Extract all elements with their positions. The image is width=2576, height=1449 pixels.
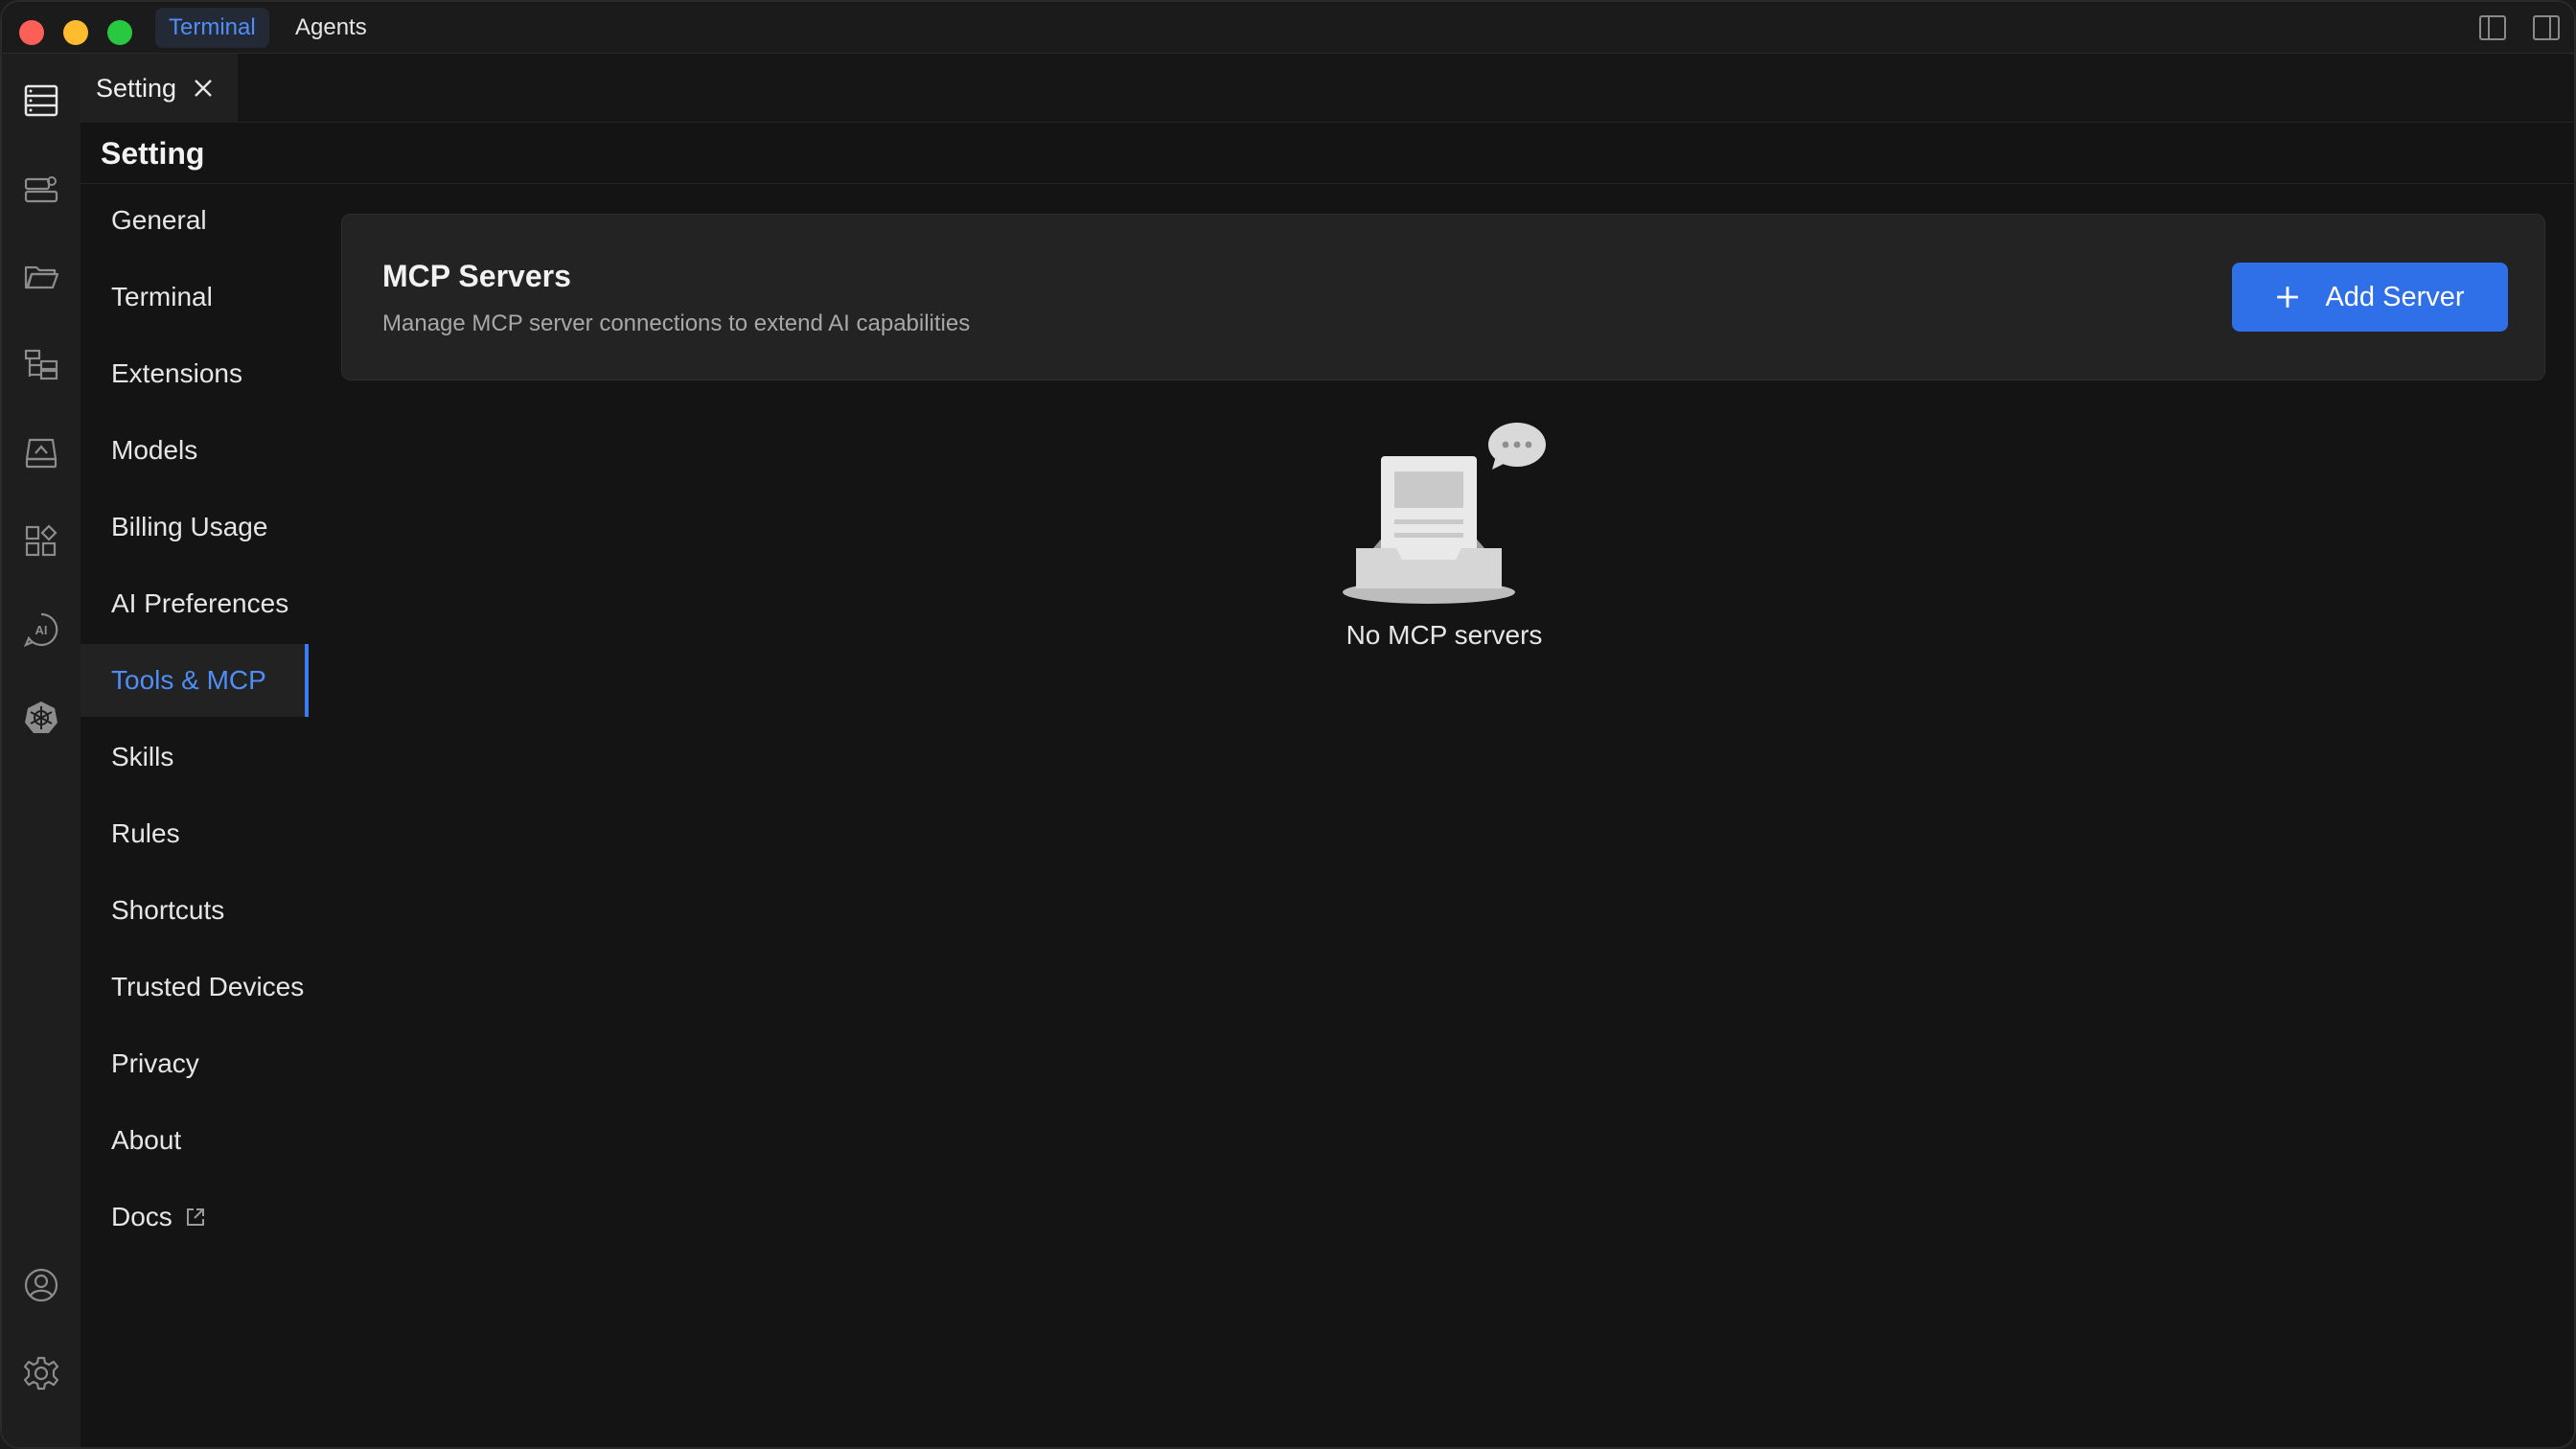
nav-item-ai-preferences[interactable]: AI Preferences bbox=[80, 567, 309, 640]
gear-icon[interactable] bbox=[21, 1353, 61, 1393]
tab-setting-label: Setting bbox=[96, 73, 177, 103]
nav-item-shortcuts[interactable]: Shortcuts bbox=[80, 874, 309, 947]
server-list-icon[interactable] bbox=[21, 80, 61, 121]
minimize-window-button[interactable] bbox=[63, 20, 88, 45]
tree-icon[interactable] bbox=[21, 345, 61, 385]
nav-item-privacy[interactable]: Privacy bbox=[80, 1027, 309, 1100]
app-tab-terminal[interactable]: Terminal bbox=[155, 8, 269, 48]
close-window-button[interactable] bbox=[19, 20, 44, 45]
section-description: Manage MCP server connections to extend … bbox=[382, 310, 971, 336]
kubernetes-icon[interactable] bbox=[21, 698, 61, 738]
title-bar: Terminal Agents bbox=[2, 2, 2574, 54]
section-title: MCP Servers bbox=[382, 259, 571, 293]
nav-item-docs[interactable]: Docs bbox=[80, 1181, 309, 1254]
mcp-servers-card: MCP Servers Manage MCP server connection… bbox=[341, 214, 2545, 380]
empty-state: No MCP servers bbox=[1324, 414, 1564, 651]
maximize-window-button[interactable] bbox=[107, 20, 132, 45]
ai-icon[interactable]: AI bbox=[21, 610, 61, 650]
editor-tab-bar: Setting bbox=[80, 54, 2574, 123]
nav-item-docs-label: Docs bbox=[111, 1202, 172, 1231]
nav-item-rules[interactable]: Rules bbox=[80, 797, 309, 870]
app-window: Terminal Agents AI Setting Setting Gener… bbox=[0, 0, 2576, 1449]
add-server-button[interactable]: Add Server bbox=[2232, 263, 2508, 332]
page-title: Setting bbox=[101, 136, 205, 171]
account-icon[interactable] bbox=[21, 1265, 61, 1305]
settings-header: Setting bbox=[80, 123, 2574, 184]
apps-icon[interactable] bbox=[21, 521, 61, 562]
close-icon[interactable] bbox=[192, 77, 215, 100]
app-tab-agents[interactable]: Agents bbox=[282, 8, 380, 48]
server-settings-icon[interactable] bbox=[21, 169, 61, 209]
toggle-left-panel-icon[interactable] bbox=[2478, 14, 2507, 41]
nav-item-general[interactable]: General bbox=[80, 184, 309, 257]
add-server-label: Add Server bbox=[2325, 281, 2465, 312]
empty-state-text: No MCP servers bbox=[1346, 620, 1543, 650]
storage-icon[interactable] bbox=[21, 433, 61, 473]
nav-item-billing-usage[interactable]: Billing Usage bbox=[80, 491, 309, 564]
plus-icon bbox=[2277, 287, 2299, 308]
nav-item-tools-mcp[interactable]: Tools & MCP bbox=[80, 644, 309, 717]
nav-item-about[interactable]: About bbox=[80, 1104, 309, 1177]
nav-item-models[interactable]: Models bbox=[80, 414, 309, 487]
nav-item-skills[interactable]: Skills bbox=[80, 721, 309, 794]
tab-setting[interactable]: Setting bbox=[80, 54, 238, 123]
activity-bar: AI bbox=[2, 54, 80, 1447]
nav-item-terminal[interactable]: Terminal bbox=[80, 261, 309, 334]
toggle-right-panel-icon[interactable] bbox=[2532, 14, 2561, 41]
nav-item-trusted-devices[interactable]: Trusted Devices bbox=[80, 951, 309, 1024]
folder-icon[interactable] bbox=[21, 257, 61, 297]
external-link-icon bbox=[186, 1208, 204, 1226]
empty-inbox-icon bbox=[1343, 423, 1546, 604]
svg-text:AI: AI bbox=[35, 623, 48, 637]
nav-item-extensions[interactable]: Extensions bbox=[80, 337, 309, 410]
